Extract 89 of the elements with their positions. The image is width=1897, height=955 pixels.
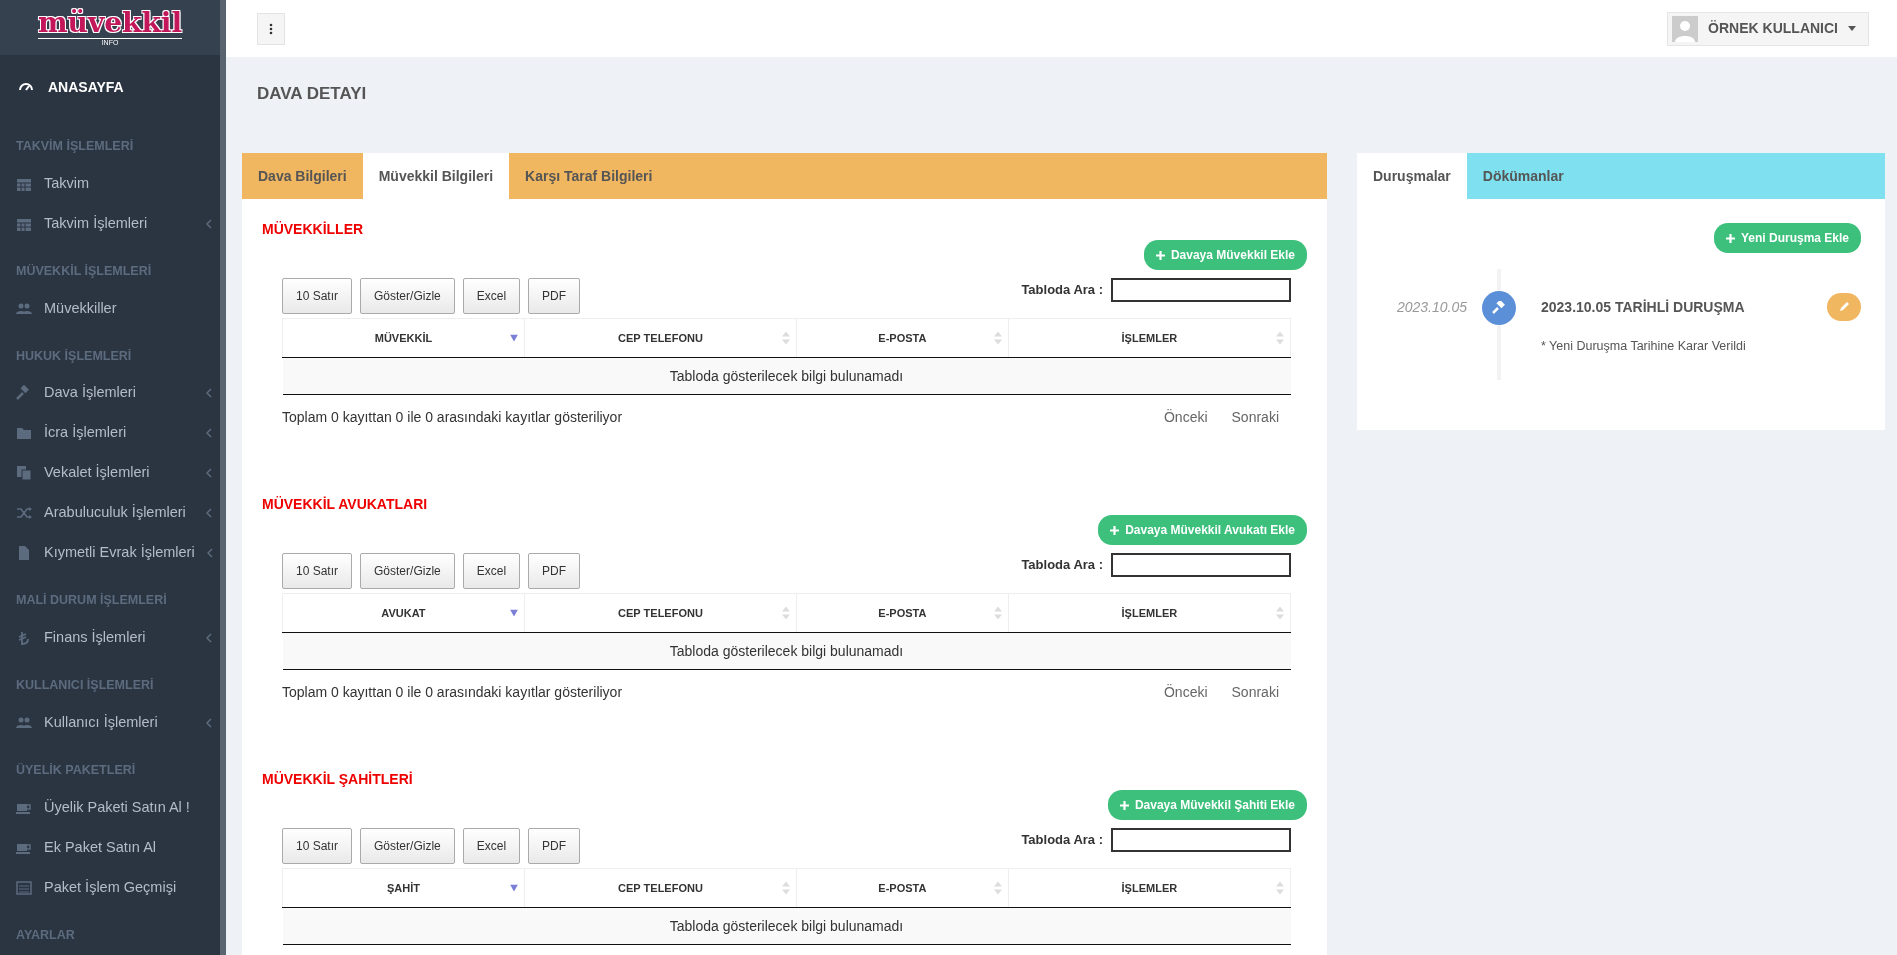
documents-icon <box>16 465 32 482</box>
shuffle-icon <box>16 505 32 522</box>
table-tool-button[interactable]: Excel <box>462 828 521 864</box>
timeline-note: * Yeni Duruşma Tarihine Karar Verildi <box>1541 338 1747 355</box>
sidebar-item[interactable]: Müvekkiller <box>0 288 220 329</box>
table-tool-button[interactable]: 10 Satır <box>282 278 353 314</box>
lira-icon <box>16 630 32 646</box>
column-header[interactable]: CEP TELEFONU <box>524 318 797 358</box>
sidebar-item[interactable]: Dava İşlemleri <box>0 373 220 414</box>
plus-icon <box>1110 525 1120 535</box>
gavel-icon <box>1492 301 1506 315</box>
column-header[interactable]: ŞAHİT <box>282 868 525 908</box>
table-tool-button[interactable]: 10 Satır <box>282 828 353 864</box>
table-tool-button[interactable]: Göster/Gizle <box>360 828 455 864</box>
sidebar-item[interactable]: Kıymetli Evrak İşlemleri <box>0 533 220 574</box>
sidebar-item[interactable]: Ek Paket Satın Al <box>0 827 220 868</box>
search-label: Tabloda Ara : <box>1021 831 1103 850</box>
caret-down-icon <box>1848 26 1856 31</box>
table-info: Toplam 0 kayıttan 0 ile 0 arasındaki kayıtlar gösteriliyor <box>282 683 623 702</box>
pencil-icon <box>1838 301 1850 313</box>
file-icon <box>16 545 32 562</box>
table-tool-button[interactable]: Göster/Gizle <box>360 278 455 314</box>
sidebar-item[interactable]: Takvim <box>0 163 220 204</box>
column-header[interactable]: İŞLEMLER <box>1008 593 1291 633</box>
sidebar-section-heading: TAKVİM İŞLEMLERİ <box>15 138 135 155</box>
column-header[interactable]: MÜVEKKİL <box>282 318 525 358</box>
column-header[interactable]: İŞLEMLER <box>1008 318 1291 358</box>
pagination-link[interactable]: Sonraki <box>1219 403 1291 432</box>
column-header[interactable]: E-POSTA <box>796 593 1009 633</box>
table-info: Toplam 0 kayıttan 0 ile 0 arasındaki kayıtlar gösteriliyor <box>282 408 623 427</box>
column-header[interactable]: İŞLEMLER <box>1008 868 1291 908</box>
page-title: DAVA DETAYI <box>256 83 368 106</box>
table-tool-button[interactable]: Excel <box>462 278 521 314</box>
tab[interactable]: Müvekkil Bilgileri <box>362 153 510 199</box>
search-label: Tabloda Ara : <box>1021 281 1103 300</box>
plus-icon <box>1155 250 1165 260</box>
gavel-icon <box>16 385 32 402</box>
kebab-icon <box>269 22 273 35</box>
folder-icon <box>16 425 32 442</box>
table-tool-button[interactable]: 10 Satır <box>282 553 353 589</box>
section-title: MÜVEKKİL ŞAHİTLERİ <box>262 770 414 789</box>
sidebar-section-heading: MALİ DURUM İŞLEMLERİ <box>15 592 168 610</box>
section-title: MÜVEKKİL AVUKATLARI <box>262 495 429 514</box>
sidebar-item[interactable]: Paket İşlem Geçmişi <box>0 867 220 908</box>
sidebar-item[interactable]: Arabuluculuk İşlemleri <box>0 493 220 534</box>
sidebar-item[interactable]: Takvim İşlemleri <box>0 203 220 244</box>
table-tool-button[interactable]: Göster/Gizle <box>360 553 455 589</box>
plus-icon <box>1725 233 1735 243</box>
column-header[interactable]: CEP TELEFONU <box>524 868 797 908</box>
empty-table-message: Tabloda gösterilecek bilgi bulunamadı <box>282 907 1291 945</box>
tab[interactable]: Karşı Taraf Bilgileri <box>509 153 669 199</box>
sidebar-item[interactable]: Finans İşlemleri <box>0 618 220 658</box>
search-field[interactable] <box>1111 553 1291 577</box>
search-field[interactable] <box>1111 828 1291 852</box>
plus-icon <box>1119 800 1129 810</box>
column-header[interactable]: CEP TELEFONU <box>524 593 797 633</box>
sidebar-section-heading: KULLANICI İŞLEMLERİ <box>15 677 155 694</box>
sidebar-item[interactable]: Üyelik Paketi Satın Al ! <box>0 787 220 828</box>
timeline-date: 2023.10.05 <box>1395 298 1467 317</box>
sidebar-section-heading: MÜVEKKİL İŞLEMLERİ <box>15 262 153 280</box>
search-field[interactable] <box>1111 278 1291 302</box>
table-tool-button[interactable]: Excel <box>462 553 521 589</box>
table-tool-button[interactable]: PDF <box>528 278 581 314</box>
column-header[interactable]: AVUKAT <box>282 593 525 633</box>
pagination-link[interactable]: Sonraki <box>1219 678 1291 707</box>
list-icon <box>16 879 32 896</box>
column-header[interactable]: E-POSTA <box>796 868 1009 908</box>
sidebar-section-heading: HUKUK İŞLEMLERİ <box>15 347 133 365</box>
pagination-link[interactable]: Önceki <box>1151 678 1220 707</box>
table-tool-button[interactable]: PDF <box>528 553 581 589</box>
search-label: Tabloda Ara : <box>1021 556 1103 575</box>
timeline-title: 2023.10.05 TARİHLİ DURUŞMA <box>1541 297 1745 317</box>
table-tool-button[interactable]: PDF <box>528 828 581 864</box>
column-header[interactable]: E-POSTA <box>796 318 1009 358</box>
sidebar-item[interactable]: ANASAYFA <box>0 55 220 119</box>
user-menu-button[interactable]: ÖRNEK KULLANICI <box>1667 11 1869 46</box>
sidebar-section-heading: ÜYELİK PAKETLERİ <box>15 761 137 779</box>
sidebar-item[interactable]: Vekalet İşlemleri <box>0 453 220 494</box>
tab[interactable]: Duruşmalar <box>1357 153 1467 199</box>
tab[interactable]: Dökümanlar <box>1466 153 1580 199</box>
sidebar-item[interactable]: Kullanıcı İşlemleri <box>0 702 220 743</box>
tab[interactable]: Dava Bilgileri <box>242 153 363 199</box>
sidebar-section-heading: AYARLAR <box>15 926 76 944</box>
avatar-icon <box>1672 15 1699 42</box>
empty-table-message: Tabloda gösterilecek bilgi bulunamadı <box>282 357 1291 395</box>
sidebar-item[interactable]: İcra İşlemleri <box>0 413 220 454</box>
section-title: MÜVEKKİLLER <box>262 220 365 239</box>
pagination-link[interactable]: Önceki <box>1151 403 1220 432</box>
empty-table-message: Tabloda gösterilecek bilgi bulunamadı <box>282 632 1291 670</box>
